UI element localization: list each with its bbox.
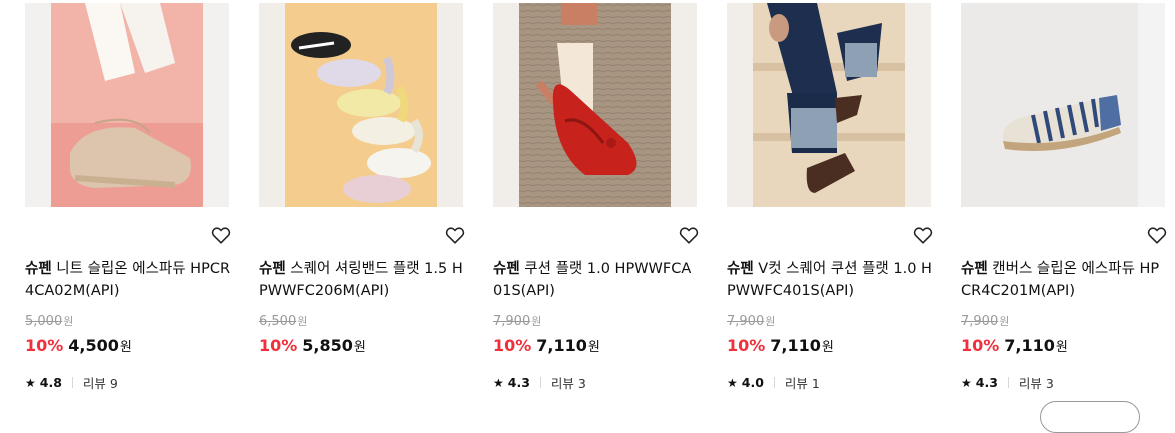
rating-row: ★ 4.3 리뷰 3 <box>493 373 586 392</box>
review-count: 리뷰 3 <box>551 373 586 392</box>
original-price: 5,000원 <box>25 313 73 329</box>
currency-unit: 원 <box>587 340 600 355</box>
currency-unit: 원 <box>119 340 132 355</box>
brand-name: 슈펜 <box>259 261 286 277</box>
original-price: 6,500원 <box>259 313 307 329</box>
product-name: 스퀘어 셔링밴드 플랫 1.5 HPWWFC206M(API) <box>259 261 463 299</box>
star-icon: ★ <box>727 375 738 390</box>
review-label: 리뷰 <box>82 376 106 391</box>
review-label: 리뷰 <box>550 376 574 391</box>
product-title[interactable]: 슈펜 V컷 스퀘어 쿠션 플랫 1.0 HPWWFC401S(API) <box>727 258 933 302</box>
rating-score: 4.3 <box>507 375 530 390</box>
original-price: 7,900원 <box>727 313 775 329</box>
product-image[interactable] <box>961 3 1165 207</box>
brand-name: 슈펜 <box>961 261 988 277</box>
discount-rate: 10% <box>259 336 298 355</box>
product-title[interactable]: 슈펜 스퀘어 셔링밴드 플랫 1.5 HPWWFC206M(API) <box>259 258 465 302</box>
product-name: 쿠션 플랫 1.0 HPWWFCA01S(API) <box>493 261 692 299</box>
wishlist-heart-icon[interactable] <box>912 224 934 246</box>
currency-unit: 원 <box>821 340 834 355</box>
product-image[interactable] <box>259 3 463 207</box>
review-label: 리뷰 <box>784 376 808 391</box>
product-image[interactable] <box>493 3 697 207</box>
sale-price: 7,110 <box>1004 336 1055 355</box>
original-price-value: 6,500 <box>259 314 297 329</box>
sale-price-row: 10% 7,110원 <box>493 336 600 355</box>
wishlist-heart-icon[interactable] <box>1146 224 1168 246</box>
product-name: 캔버스 슬립온 에스파듀 HPCR4C201M(API) <box>961 261 1160 299</box>
sale-price: 4,500 <box>68 336 119 355</box>
partial-button-edge[interactable] <box>1040 401 1140 433</box>
brand-name: 슈펜 <box>25 261 52 277</box>
currency-unit: 원 <box>353 340 366 355</box>
original-price-value: 7,900 <box>493 314 531 329</box>
product-image[interactable] <box>727 3 931 207</box>
currency-unit: 원 <box>531 315 542 328</box>
divider <box>539 377 541 388</box>
product-image[interactable] <box>25 3 229 207</box>
sale-price: 7,110 <box>536 336 587 355</box>
star-icon: ★ <box>25 375 36 390</box>
review-count: 리뷰 1 <box>785 373 820 392</box>
currency-unit: 원 <box>765 315 776 328</box>
original-price-value: 7,900 <box>727 314 765 329</box>
currency-unit: 원 <box>999 315 1010 328</box>
star-icon: ★ <box>493 375 504 390</box>
sale-price: 5,850 <box>302 336 353 355</box>
rating-row: ★ 4.0 리뷰 1 <box>727 373 820 392</box>
sale-price: 7,110 <box>770 336 821 355</box>
sale-price-row: 10% 7,110원 <box>961 336 1068 355</box>
currency-unit: 원 <box>297 315 308 328</box>
product-name: 니트 슬립온 에스파듀 HPCR4CA02M(API) <box>25 261 231 299</box>
review-number: 3 <box>577 376 586 391</box>
wishlist-heart-icon[interactable] <box>444 224 466 246</box>
rating-score: 4.3 <box>975 375 998 390</box>
product-grid: 슈펜 니트 슬립온 에스파듀 HPCR4CA02M(API) 5,000원 10… <box>0 0 1175 433</box>
original-price: 7,900원 <box>493 313 541 329</box>
divider <box>71 377 73 388</box>
rating-row: ★ 4.3 리뷰 3 <box>961 373 1054 392</box>
sale-price-row: 10% 7,110원 <box>727 336 834 355</box>
original-price: 7,900원 <box>961 313 1009 329</box>
divider <box>1007 377 1009 388</box>
wishlist-heart-icon[interactable] <box>678 224 700 246</box>
original-price-value: 7,900 <box>961 314 999 329</box>
sale-price-row: 10% 4,500원 <box>25 336 132 355</box>
currency-unit: 원 <box>63 315 74 328</box>
wishlist-heart-icon[interactable] <box>210 224 232 246</box>
review-count: 리뷰 3 <box>1019 373 1054 392</box>
product-title[interactable]: 슈펜 쿠션 플랫 1.0 HPWWFCA01S(API) <box>493 258 699 302</box>
star-icon: ★ <box>961 375 972 390</box>
discount-rate: 10% <box>493 336 532 355</box>
discount-rate: 10% <box>25 336 64 355</box>
rating-score: 4.0 <box>741 375 764 390</box>
brand-name: 슈펜 <box>727 261 754 277</box>
product-title[interactable]: 슈펜 캔버스 슬립온 에스파듀 HPCR4C201M(API) <box>961 258 1167 302</box>
discount-rate: 10% <box>727 336 766 355</box>
product-title[interactable]: 슈펜 니트 슬립온 에스파듀 HPCR4CA02M(API) <box>25 258 231 302</box>
sale-price-row: 10% 5,850원 <box>259 336 366 355</box>
review-number: 1 <box>811 376 820 391</box>
divider <box>773 377 775 388</box>
currency-unit: 원 <box>1055 340 1068 355</box>
discount-rate: 10% <box>961 336 1000 355</box>
review-count: 리뷰 9 <box>83 373 118 392</box>
original-price-value: 5,000 <box>25 314 63 329</box>
review-number: 9 <box>109 376 118 391</box>
brand-name: 슈펜 <box>493 261 520 277</box>
review-number: 3 <box>1045 376 1054 391</box>
rating-row: ★ 4.8 리뷰 9 <box>25 373 118 392</box>
product-name: V컷 스퀘어 쿠션 플랫 1.0 HPWWFC401S(API) <box>727 261 932 299</box>
rating-score: 4.8 <box>39 375 62 390</box>
review-label: 리뷰 <box>1018 376 1042 391</box>
